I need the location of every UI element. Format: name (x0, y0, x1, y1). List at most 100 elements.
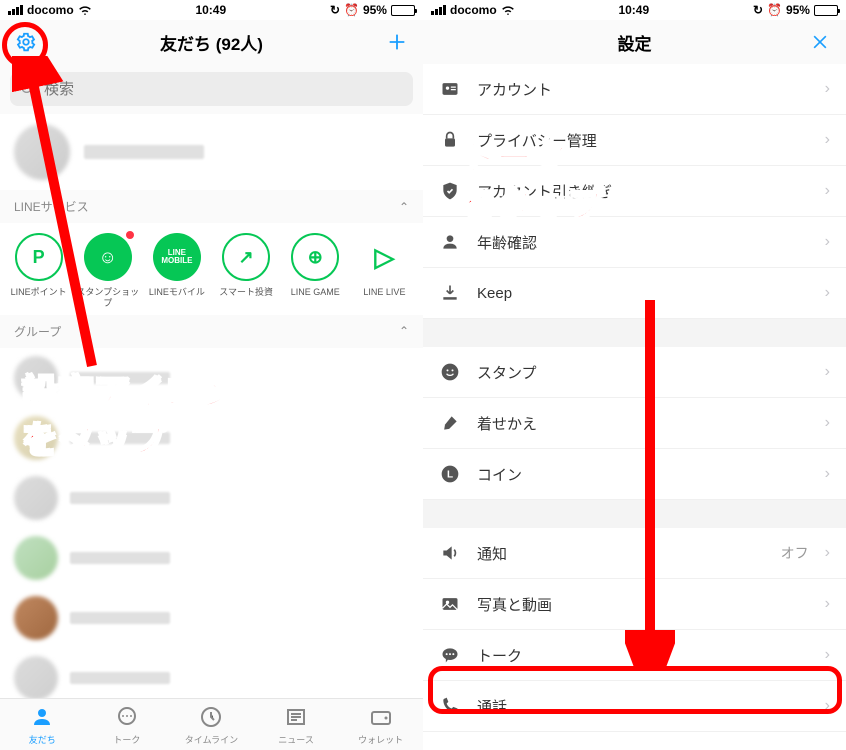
name-blurred (70, 612, 170, 624)
brush-icon (439, 412, 461, 434)
chevron-right-icon: › (825, 131, 830, 149)
download-icon (439, 282, 461, 304)
signal-icon (431, 5, 446, 15)
phone-icon (439, 695, 461, 717)
id-icon (439, 78, 461, 100)
service-label: LINEポイント (11, 287, 67, 298)
settings-label: 写真と動画 (477, 594, 809, 615)
smile-icon (439, 361, 461, 383)
tab-友だち[interactable]: 友だち (0, 699, 85, 750)
settings-label: コイン (477, 464, 809, 485)
service-item[interactable]: ⊕LINE GAME (283, 233, 348, 309)
chevron-right-icon: › (825, 80, 830, 98)
avatar (14, 476, 58, 520)
avatar (14, 596, 58, 640)
search-input[interactable] (44, 81, 403, 98)
chat-icon (439, 644, 461, 666)
status-bar: docomo 10:49 ↻ ⏰ 95% (0, 0, 423, 20)
list-item[interactable] (0, 348, 423, 408)
service-item[interactable]: LINE MOBILELINEモバイル (144, 233, 209, 309)
list-item[interactable] (0, 408, 423, 468)
list-item[interactable] (0, 588, 423, 648)
settings-item-phone[interactable]: 通話› (423, 681, 846, 732)
person-icon (439, 231, 461, 253)
chevron-right-icon: › (825, 284, 830, 302)
battery-icon (814, 5, 838, 16)
battery-pct: 95% (786, 3, 810, 17)
wifi-icon (501, 5, 515, 15)
chevron-right-icon: › (825, 595, 830, 613)
time-label: 10:49 (618, 3, 649, 17)
settings-item-photo[interactable]: 写真と動画 › (423, 579, 846, 630)
service-item[interactable]: ☺スタンプショップ (75, 233, 140, 309)
tab-label: ニュース (278, 733, 314, 746)
settings-screen: docomo 10:49 ↻ ⏰ 95% 設定 アカウント›プライバシー管理›ア… (423, 0, 846, 750)
settings-item-coin[interactable]: Lコイン› (423, 449, 846, 500)
settings-item-smile[interactable]: スタンプ› (423, 347, 846, 398)
chevron-up-icon: ⌃ (399, 324, 409, 338)
alarm-icon: ⏰ (767, 3, 782, 17)
avatar (14, 124, 70, 180)
carrier-label: docomo (27, 3, 74, 17)
tab-bar: 友だちトーク タイムライン ニュース ウォレット (0, 698, 423, 750)
badge-dot (126, 231, 134, 239)
time-label: 10:49 (195, 3, 226, 17)
service-icon: LINE MOBILE (153, 233, 201, 281)
service-item[interactable]: ↗スマート投資 (214, 233, 279, 309)
service-item[interactable]: PLINEポイント (6, 233, 71, 309)
tab-label: ウォレット (358, 733, 403, 746)
service-icon: ⊕ (291, 233, 339, 281)
settings-item-id[interactable]: アカウント› (423, 64, 846, 115)
chevron-right-icon: › (825, 646, 830, 664)
section-services[interactable]: LINEサービス ⌃ (0, 190, 423, 223)
list-item[interactable] (0, 528, 423, 588)
tab-ニュース[interactable]: ニュース (254, 699, 339, 750)
settings-item-download[interactable]: Keep › (423, 268, 846, 319)
shield-icon (439, 180, 461, 202)
add-friend-button[interactable] (383, 28, 411, 56)
battery-pct: 95% (363, 3, 387, 17)
page-title: 設定 (618, 30, 652, 55)
wifi-icon (78, 5, 92, 15)
tab-icon (283, 704, 309, 730)
settings-label: トーク (477, 645, 809, 666)
settings-item-brush[interactable]: 着せかえ› (423, 398, 846, 449)
service-item[interactable]: ▷LINE LIVE (352, 233, 417, 309)
tab-label: タイムライン (185, 733, 238, 746)
settings-button[interactable] (12, 28, 40, 56)
status-bar: docomo 10:49 ↻ ⏰ 95% (423, 0, 846, 20)
search-icon (20, 81, 36, 97)
chevron-right-icon: › (825, 544, 830, 562)
search-bar[interactable] (10, 72, 413, 106)
my-profile[interactable] (0, 114, 423, 190)
list-item[interactable] (0, 648, 423, 698)
avatar (14, 656, 58, 698)
settings-item-lock[interactable]: プライバシー管理› (423, 115, 846, 166)
service-icon: ☺ (84, 233, 132, 281)
chevron-up-icon: ⌃ (399, 200, 409, 214)
settings-label: 年齢確認 (477, 232, 809, 253)
name-blurred (70, 492, 170, 504)
photo-icon (439, 593, 461, 615)
settings-label: Keep (477, 285, 809, 302)
close-button[interactable] (806, 28, 834, 56)
tab-トーク[interactable]: トーク (85, 699, 170, 750)
tab-タイムライン[interactable]: タイムライン (169, 699, 254, 750)
settings-item-chat[interactable]: トーク › (423, 630, 846, 681)
page-title: 友だち (92人) (160, 30, 263, 55)
tab-label: トーク (113, 733, 140, 746)
plus-icon (386, 31, 408, 53)
list-item[interactable] (0, 468, 423, 528)
section-gap (423, 319, 846, 347)
settings-item-person[interactable]: 年齢確認› (423, 217, 846, 268)
name-blurred (70, 372, 170, 384)
settings-item-speaker[interactable]: 通知オフ› (423, 528, 846, 579)
settings-label: アカウント引き継ぎ (477, 181, 809, 202)
nav-bar: 設定 (423, 20, 846, 64)
settings-item-shield[interactable]: アカウント引き継ぎ› (423, 166, 846, 217)
tab-ウォレット[interactable]: ウォレット (338, 699, 423, 750)
search-wrap (0, 64, 423, 114)
signal-icon (8, 5, 23, 15)
name-blurred (70, 432, 170, 444)
section-groups[interactable]: グループ ⌃ (0, 315, 423, 348)
